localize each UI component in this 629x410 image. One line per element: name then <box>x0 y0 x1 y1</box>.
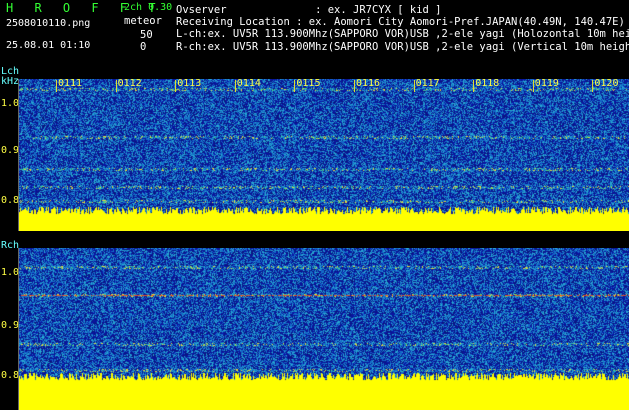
datetime-label: 25.08.01 01:10 <box>6 40 91 51</box>
time-tick-line <box>532 80 534 92</box>
rch-ytick-1-0: 1.0 <box>1 267 20 278</box>
time-tick-label: 0116 <box>356 78 381 89</box>
time-tick-label: 0118 <box>475 78 500 89</box>
version-label: 2ch 0.30 <box>124 2 173 13</box>
time-tick-label: 0113 <box>177 78 202 89</box>
time-tick-label: 0112 <box>117 78 142 89</box>
time-tick-label: 0111 <box>58 78 83 89</box>
time-tick-line <box>175 80 177 92</box>
rch-label: Rch <box>1 240 20 251</box>
time-tick-label: 0120 <box>594 78 619 89</box>
time-tick-line <box>56 80 57 92</box>
time-tick-line <box>294 80 296 92</box>
time-tick-line <box>473 80 475 92</box>
filename-label: 2508010110.png <box>6 18 91 29</box>
time-tick-label: 0119 <box>534 78 559 89</box>
rch-spectrogram-canvas <box>19 248 629 410</box>
lch-spectrogram-canvas <box>19 79 629 231</box>
time-tick-label: 0117 <box>415 78 440 89</box>
time-tick-line <box>354 80 355 92</box>
time-tick-line <box>413 80 415 92</box>
lch-ytick-0-9: 0.9 <box>1 145 20 156</box>
lch-ytick-1-0: 1.0 <box>1 98 20 109</box>
meteor-count-right: 0 <box>140 41 147 53</box>
time-tick-label: 0114 <box>236 78 261 89</box>
rch-ytick-0-8: 0.8 <box>1 370 20 381</box>
rch-ytick-0-9: 0.9 <box>1 320 20 331</box>
time-tick-line <box>592 80 594 92</box>
time-tick-line <box>115 80 117 92</box>
rch-spectrogram <box>19 248 629 410</box>
location-line: Receiving Location : ex. Aomori City Aom… <box>176 16 625 28</box>
observer-line: Ovserver : ex. JR7CYX [ kid ] <box>176 4 442 16</box>
meteor-count-left: 50 <box>140 29 153 41</box>
meteor-label: meteor <box>124 15 162 27</box>
rch-info-line: R-ch:ex. UV5R 113.900Mhz(SAPPORO VOR)USB… <box>176 41 629 53</box>
lch-ytick-0-8: 0.8 <box>1 195 20 206</box>
lch-info-line: L-ch:ex. UV5R 113.900Mhz(SAPPORO VOR)USB… <box>176 28 629 40</box>
time-tick-label: 0115 <box>296 78 321 89</box>
lch-unit-label: kHz <box>1 76 20 87</box>
time-tick-line <box>234 80 236 92</box>
lch-spectrogram <box>19 79 629 231</box>
